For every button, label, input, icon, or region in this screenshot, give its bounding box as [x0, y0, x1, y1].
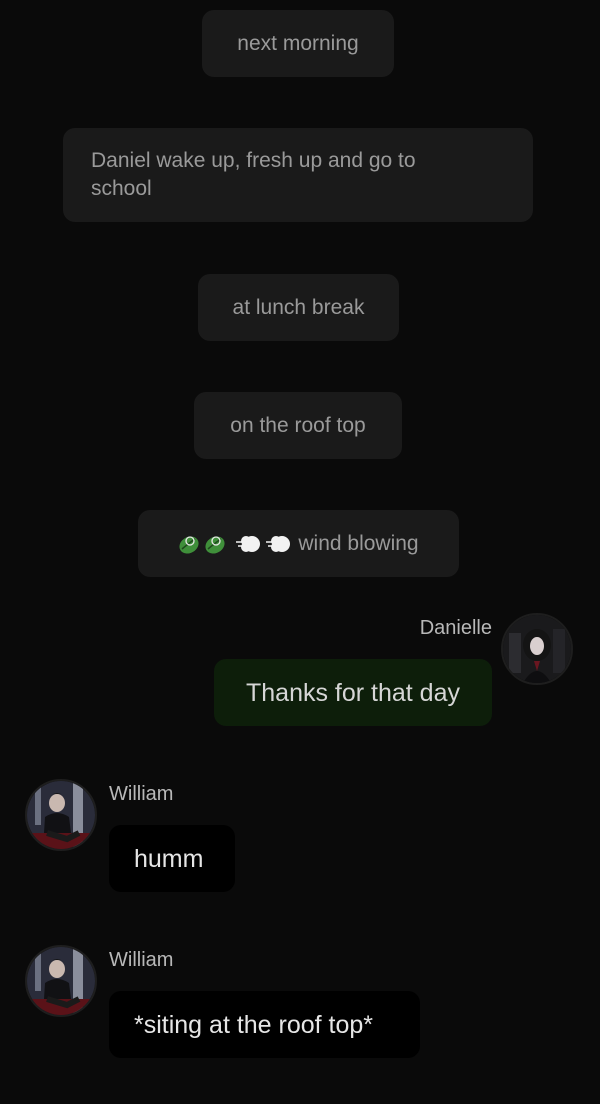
sender-name: Danielle [419, 617, 492, 639]
narration-bubble: Daniel wake up, fresh up and go to schoo… [63, 128, 533, 222]
avatar-danielle[interactable] [501, 613, 573, 685]
avatar-william[interactable] [25, 779, 97, 851]
wind-puff-icon [236, 533, 262, 555]
message-text: humm [134, 844, 204, 873]
wind-emoji-row [178, 533, 292, 555]
narration-bubble: next morning [202, 10, 394, 77]
leaf-icon [178, 533, 200, 555]
narration-text: next morning [237, 31, 359, 55]
character-message-bubble[interactable]: *siting at the roof top* [109, 991, 420, 1058]
sender-name: William [109, 783, 174, 805]
narration-bubble: wind blowing [138, 510, 459, 577]
narration-bubble: at lunch break [198, 274, 399, 341]
message-text: *siting at the roof top* [134, 1010, 374, 1039]
sender-name: William [109, 949, 174, 971]
narration-text: wind blowing [298, 531, 419, 555]
narration-text: at lunch break [232, 295, 365, 319]
narration-text: on the roof top [230, 413, 366, 437]
narration-bubble: on the roof top [194, 392, 402, 459]
narration-text: Daniel wake up, fresh up and go to schoo… [91, 149, 416, 200]
leaf-icon [204, 533, 226, 555]
user-message-bubble[interactable]: Thanks for that day [214, 659, 492, 726]
message-text: Thanks for that day [245, 678, 460, 707]
avatar-william[interactable] [25, 945, 97, 1017]
character-message-bubble[interactable]: humm [109, 825, 235, 892]
wind-puff-icon [266, 533, 292, 555]
